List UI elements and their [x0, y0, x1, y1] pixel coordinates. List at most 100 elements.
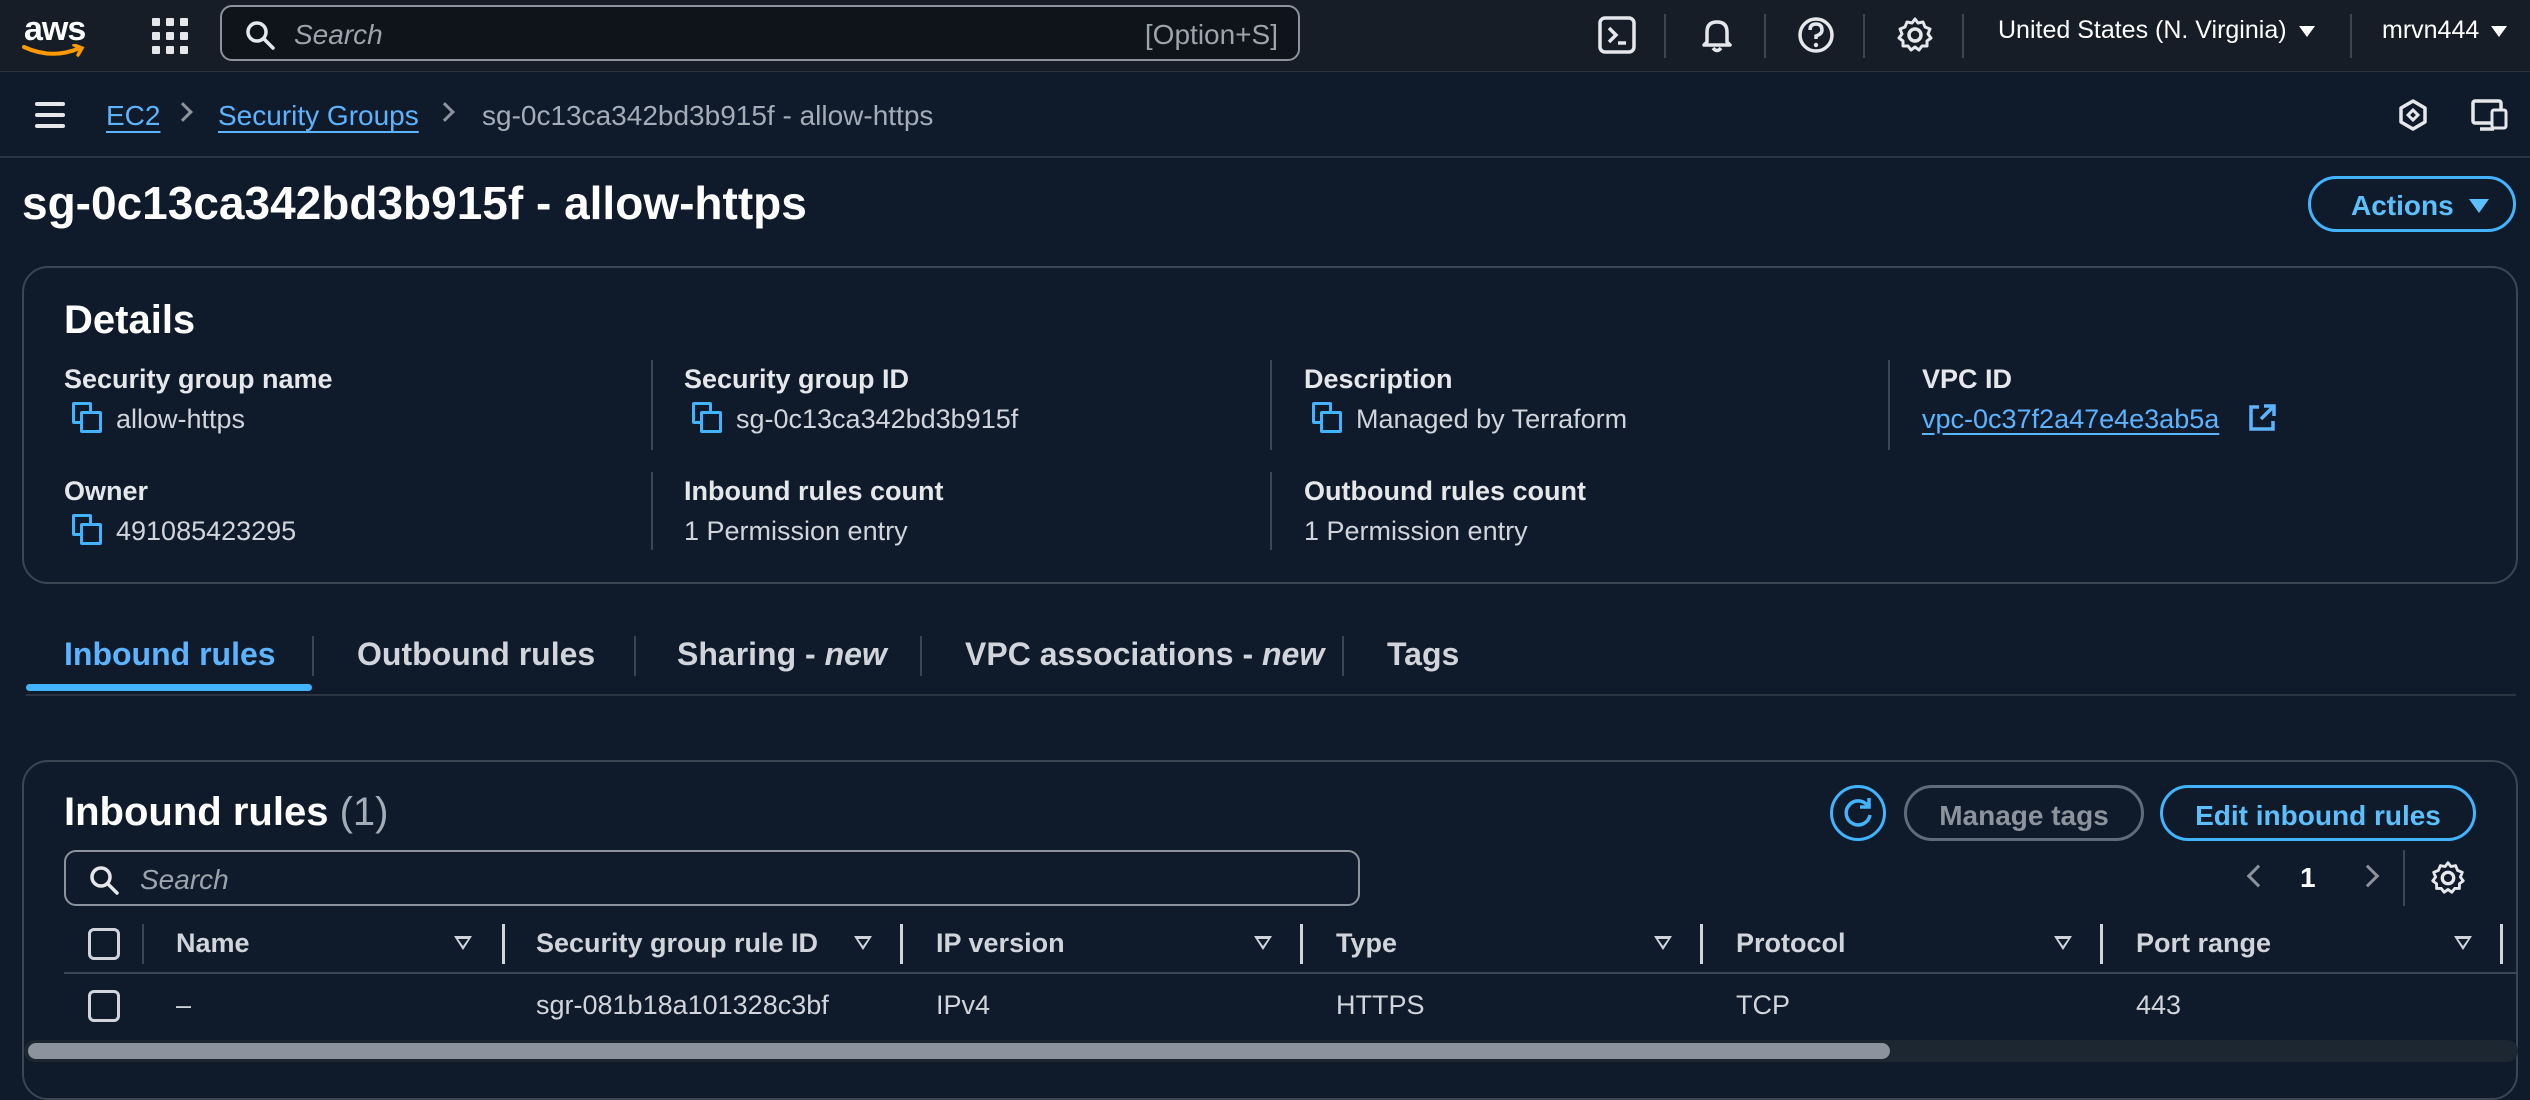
tab-tags[interactable]: Tags [1387, 636, 1459, 673]
breadcrumb-security-groups[interactable]: Security Groups [218, 100, 419, 132]
page-number[interactable]: 1 [2300, 862, 2316, 894]
sg-name-value: allow-https [116, 404, 246, 434]
aws-smile-icon [22, 44, 85, 57]
edit-inbound-rules-label: Edit inbound rules [2195, 800, 2441, 831]
nav-divider [1962, 14, 1964, 58]
vpc-id-label: VPC ID [1922, 364, 2013, 394]
search-icon [90, 866, 119, 895]
new-tag: new [824, 636, 887, 672]
cell-rule-id: sgr-081b18a101328c3bf [536, 990, 829, 1020]
vpc-id-link[interactable]: vpc-0c37f2a47e4e3ab5a [1922, 404, 2219, 435]
breadcrumb-ec2[interactable]: EC2 [106, 100, 160, 132]
menu-icon[interactable] [35, 102, 65, 128]
column-divider[interactable] [2500, 924, 2503, 964]
sg-name-label: Security group name [64, 364, 333, 394]
sort-icon[interactable] [1254, 936, 1272, 950]
edit-inbound-rules-button[interactable]: Edit inbound rules [2160, 785, 2476, 841]
help-icon[interactable] [1795, 14, 1837, 56]
column-divider[interactable] [2100, 924, 2103, 964]
details-title: Details [64, 298, 196, 342]
sort-icon[interactable] [1654, 936, 1672, 950]
column-divider [651, 360, 653, 450]
cell-port-range: 443 [2136, 990, 2182, 1020]
cell-ip-version: IPv4 [936, 990, 991, 1020]
description-value: Managed by Terraform [1356, 404, 1628, 434]
column-divider[interactable] [900, 924, 903, 964]
screen-icon[interactable] [2470, 98, 2510, 132]
tab-divider [634, 636, 636, 676]
tab-outbound-rules[interactable]: Outbound rules [357, 636, 595, 673]
aws-logo[interactable]: aws [22, 8, 92, 60]
tab-sharing[interactable]: Sharing - new [677, 636, 887, 673]
refresh-button[interactable] [1830, 785, 1886, 841]
pager-divider [2403, 850, 2405, 906]
chevron-right-icon [173, 102, 193, 122]
column-divider [651, 472, 653, 550]
column-divider [142, 924, 144, 964]
search-placeholder: Search [294, 19, 383, 50]
services-menu-icon[interactable] [150, 16, 190, 56]
tab-vpc-associations[interactable]: VPC associations - new [965, 636, 1324, 673]
account-name: mrvn444 [2382, 16, 2480, 44]
gear-icon[interactable] [1894, 14, 1936, 56]
inbound-count-value: 1 Permission entry [684, 516, 908, 546]
region-selector[interactable]: United States (N. Virginia) [1998, 16, 2315, 45]
nav-divider [2350, 14, 2352, 58]
select-all-checkbox[interactable] [88, 928, 120, 960]
rules-search-placeholder: Search [140, 864, 229, 895]
cloudshell-icon[interactable] [1596, 14, 1638, 56]
column-header-rule-id[interactable]: Security group rule ID [536, 928, 818, 959]
inbound-rules-heading: Inbound rules [64, 790, 329, 834]
column-divider [1270, 472, 1272, 550]
owner-value: 491085423295 [116, 516, 297, 546]
caret-down-icon [2469, 199, 2489, 213]
sort-icon[interactable] [2054, 936, 2072, 950]
column-header-name[interactable]: Name [176, 928, 250, 959]
copy-icon[interactable] [692, 402, 722, 434]
manage-tags-label: Manage tags [1939, 800, 2109, 831]
rules-search-input[interactable]: Search [64, 850, 1360, 906]
manage-tags-button[interactable]: Manage tags [1904, 785, 2144, 841]
actions-label: Actions [2351, 190, 2454, 221]
sort-icon[interactable] [854, 936, 872, 950]
column-divider[interactable] [502, 924, 505, 964]
account-menu[interactable]: mrvn444 [2382, 16, 2508, 45]
tab-inbound-rules[interactable]: Inbound rules [64, 636, 276, 673]
outbound-count-value: 1 Permission entry [1304, 516, 1528, 546]
column-header-port-range[interactable]: Port range [2136, 928, 2271, 959]
actions-button[interactable]: Actions [2308, 176, 2516, 232]
column-divider [1270, 360, 1272, 450]
copy-icon[interactable] [1312, 402, 1342, 434]
hexagon-settings-icon[interactable] [2396, 98, 2430, 132]
column-header-protocol[interactable]: Protocol [1736, 928, 1846, 959]
column-header-type[interactable]: Type [1336, 928, 1397, 959]
bell-icon[interactable] [1696, 14, 1738, 56]
refresh-icon [1844, 798, 1872, 827]
copy-icon[interactable] [72, 402, 102, 434]
scrollbar-thumb[interactable] [28, 1043, 1890, 1059]
inbound-count-label: Inbound rules count [684, 476, 944, 506]
nav-divider [1764, 14, 1766, 58]
breadcrumb-current: sg-0c13ca342bd3b915f - allow-https [482, 100, 934, 131]
inbound-rules-count: (1) [339, 790, 389, 834]
sg-id-label: Security group ID [684, 364, 910, 394]
tab-sharing-label: Sharing - [677, 636, 825, 672]
copy-icon[interactable] [72, 514, 102, 546]
inbound-rules-title: Inbound rules (1) [64, 790, 388, 835]
column-divider[interactable] [1300, 924, 1303, 964]
cell-protocol: TCP [1736, 990, 1790, 1020]
column-header-ip-version[interactable]: IP version [936, 928, 1065, 959]
row-checkbox[interactable] [88, 990, 120, 1022]
table-settings-icon[interactable] [2428, 858, 2468, 898]
top-navigation: aws Search [Option+S] United States (N. … [0, 0, 2530, 72]
owner-label: Owner [64, 476, 149, 506]
search-shortcut: [Option+S] [1144, 19, 1278, 50]
column-divider[interactable] [1700, 924, 1703, 964]
new-tag: new [1261, 636, 1325, 672]
sort-icon[interactable] [2454, 936, 2472, 950]
chevron-right-icon [435, 102, 455, 122]
sort-icon[interactable] [454, 936, 472, 950]
global-search-input[interactable]: Search [Option+S] [220, 5, 1300, 61]
external-link-icon[interactable] [2246, 402, 2278, 434]
page-title: sg-0c13ca342bd3b915f - allow-https [22, 177, 807, 229]
